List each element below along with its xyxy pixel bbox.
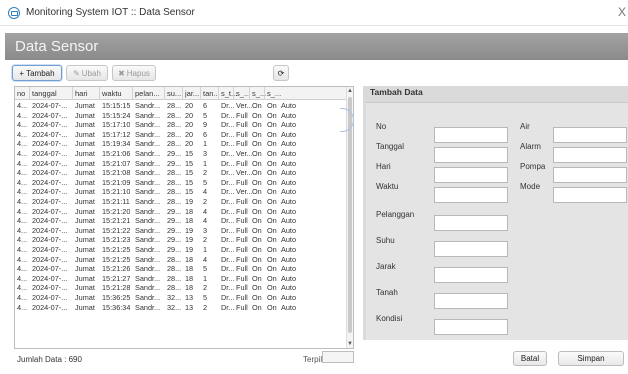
table-row[interactable]: 4... 2024-07-... Jumat 15:17:12 Sandr... 28..… — [15, 129, 348, 139]
table-cell: Jumat — [75, 302, 95, 312]
field-label: Mode — [520, 182, 541, 191]
air-field[interactable] — [553, 127, 627, 143]
tanggal-field[interactable] — [434, 147, 508, 163]
table-row[interactable]: 4... 2024-07-... Jumat 15:21:06 Sandr... 29..… — [15, 148, 348, 158]
no-field[interactable] — [434, 127, 508, 143]
field-label: Suhu — [376, 236, 395, 245]
window-titlebar: Monitoring System IOT :: Data Sensor X — [0, 0, 628, 26]
mode-field[interactable] — [553, 187, 627, 203]
table-row[interactable]: 4... 2024-07-... Jumat 15:21:25 Sandr... 28..… — [15, 254, 348, 264]
table-cell: On — [267, 302, 277, 312]
table-row[interactable]: 4... 2024-07-... Jumat 15:21:10 Sandr... 28..… — [15, 186, 348, 196]
alarm-field[interactable] — [553, 147, 627, 163]
refresh-icon: ⟳ — [277, 68, 285, 78]
hapus-label: Hapus — [126, 68, 150, 78]
page-title: Data Sensor — [15, 38, 99, 55]
scroll-thumb[interactable] — [348, 97, 352, 333]
data-table[interactable]: no tanggal hari waktu pelan... su... jar... tan… — [14, 86, 354, 349]
hapus-button[interactable]: ✖ Hapus — [112, 65, 156, 81]
table-row[interactable]: 4... 2024-07-... Jumat 15:21:26 Sandr... 28..… — [15, 263, 348, 273]
field-label: Pompa — [520, 162, 546, 171]
plus-icon: + — [19, 68, 25, 78]
field-label: Pelanggan — [376, 210, 415, 219]
scroll-down-icon[interactable]: ▼ — [347, 341, 353, 347]
table-row[interactable]: 4... 2024-07-... Jumat 15:19:34 Sandr... 28..… — [15, 138, 348, 148]
form-title: Tambah Data — [370, 87, 423, 97]
table-row[interactable]: 4... 2024-07-... Jumat 15:21:23 Sandr... 29..… — [15, 234, 348, 244]
table-row[interactable]: 4... 2024-07-... Jumat 15:17:10 Sandr... 28..… — [15, 119, 348, 129]
jarak-field[interactable] — [434, 267, 508, 283]
table-cell: 4... — [17, 302, 28, 312]
table-row[interactable]: 4... 2024-07-... Jumat 15:21:25 Sandr... 29..… — [15, 244, 348, 254]
field-label: Kondisi — [376, 314, 403, 323]
simpan-button[interactable]: Simpan — [558, 351, 624, 366]
table-cell: 2024-07-... — [32, 302, 68, 312]
pelanggan-field[interactable] — [434, 215, 508, 231]
column-header[interactable]: hari — [75, 89, 88, 98]
selected-count-field — [322, 351, 354, 363]
table-row[interactable]: 4... 2024-07-... Jumat 15:21:28 Sandr... 28..… — [15, 282, 348, 292]
column-header[interactable]: su... — [167, 89, 181, 98]
pompa-field[interactable] — [553, 167, 627, 183]
waktu-field[interactable] — [434, 187, 508, 203]
field-label: Tanah — [376, 288, 398, 297]
field-label: Waktu — [376, 182, 399, 191]
suhu-field[interactable] — [434, 241, 508, 257]
table-cell: Auto — [281, 302, 297, 312]
table-row[interactable]: 4... 2024-07-... Jumat 15:15:24 Sandr... 28..… — [15, 110, 348, 120]
toolbar: + Tambah ✎ Ubah ✖ Hapus ⟳ — [5, 60, 628, 86]
field-label: Jarak — [376, 262, 396, 271]
total-data-label: Jumlah Data : 690 — [17, 355, 82, 364]
app-logo-icon — [8, 7, 20, 19]
table-row[interactable]: 4... 2024-07-... Jumat 15:15:15 Sandr... 28..… — [15, 100, 348, 110]
field-label: Tanggal — [376, 142, 405, 151]
kondisi-field[interactable] — [434, 319, 508, 335]
table-cell: Sandr... — [135, 302, 161, 312]
ubah-button[interactable]: ✎ Ubah — [66, 65, 108, 81]
table-header: no tanggal hari waktu pelan... su... jar... tan… — [15, 87, 348, 100]
table-row[interactable]: 4... 2024-07-... Jumat 15:21:20 Sandr... 29..… — [15, 206, 348, 216]
table-row[interactable]: 4... 2024-07-... Jumat 15:21:11 Sandr... 28..… — [15, 196, 348, 206]
ubah-label: Ubah — [81, 68, 101, 78]
hari-field[interactable] — [434, 167, 508, 183]
tambah-button[interactable]: + Tambah — [12, 65, 62, 81]
field-label: Alarm — [520, 142, 541, 151]
table-row[interactable]: 4... 2024-07-... Jumat 15:21:22 Sandr... 29..… — [15, 225, 348, 235]
table-row[interactable]: 4... 2024-07-... Jumat 15:21:07 Sandr... 29..… — [15, 158, 348, 168]
column-header[interactable]: waktu — [102, 89, 122, 98]
table-cell: 2 — [203, 302, 208, 312]
form-area: No Tanggal Hari Waktu Pelanggan Suhu Jarak Tana… — [366, 102, 628, 340]
column-header[interactable]: tanggal — [32, 89, 57, 98]
tambah-label: Tambah — [26, 68, 55, 78]
column-header[interactable]: jar... — [185, 89, 199, 98]
table-cell: 32... — [167, 302, 182, 312]
table-cell: Dr... — [221, 302, 235, 312]
table-row[interactable]: 4... 2024-07-... Jumat 15:21:27 Sandr... 28..… — [15, 273, 348, 283]
table-row[interactable]: 4... 2024-07-... Jumat 15:36:25 Sandr... 32..… — [15, 292, 348, 302]
column-header[interactable]: no — [17, 89, 25, 98]
table-row[interactable]: 4... 2024-07-... Jumat 15:21:09 Sandr... 28..… — [15, 177, 348, 187]
field-label: Air — [520, 122, 530, 131]
table-row[interactable]: 4... 2024-07-... Jumat 15:36:34 Sandr... 32..… — [15, 302, 348, 312]
field-label: Hari — [376, 162, 391, 171]
close-icon[interactable]: X — [618, 5, 626, 19]
page-header: Data Sensor — [5, 33, 628, 60]
column-header[interactable]: s_t... — [221, 89, 237, 98]
scroll-up-icon[interactable]: ▲ — [347, 88, 353, 94]
field-label: No — [376, 122, 387, 131]
batal-button[interactable]: Batal — [513, 351, 547, 366]
tanah-field[interactable] — [434, 293, 508, 309]
delete-icon: ✖ — [118, 68, 125, 78]
pencil-icon: ✎ — [73, 68, 80, 78]
table-cell: Full — [236, 302, 248, 312]
refresh-button[interactable]: ⟳ — [273, 65, 289, 81]
table-cell: On — [252, 302, 262, 312]
table-row[interactable]: 4... 2024-07-... Jumat 15:21:08 Sandr... 28..… — [15, 167, 348, 177]
window-title: Monitoring System IOT :: Data Sensor — [26, 7, 195, 18]
column-header[interactable]: pelan... — [135, 89, 160, 98]
table-row[interactable]: 4... 2024-07-... Jumat 15:21:21 Sandr... 29..… — [15, 215, 348, 225]
table-cell: 15:36:34 — [102, 302, 131, 312]
table-cell: 13 — [185, 302, 194, 312]
column-header[interactable]: s_... — [267, 89, 281, 98]
